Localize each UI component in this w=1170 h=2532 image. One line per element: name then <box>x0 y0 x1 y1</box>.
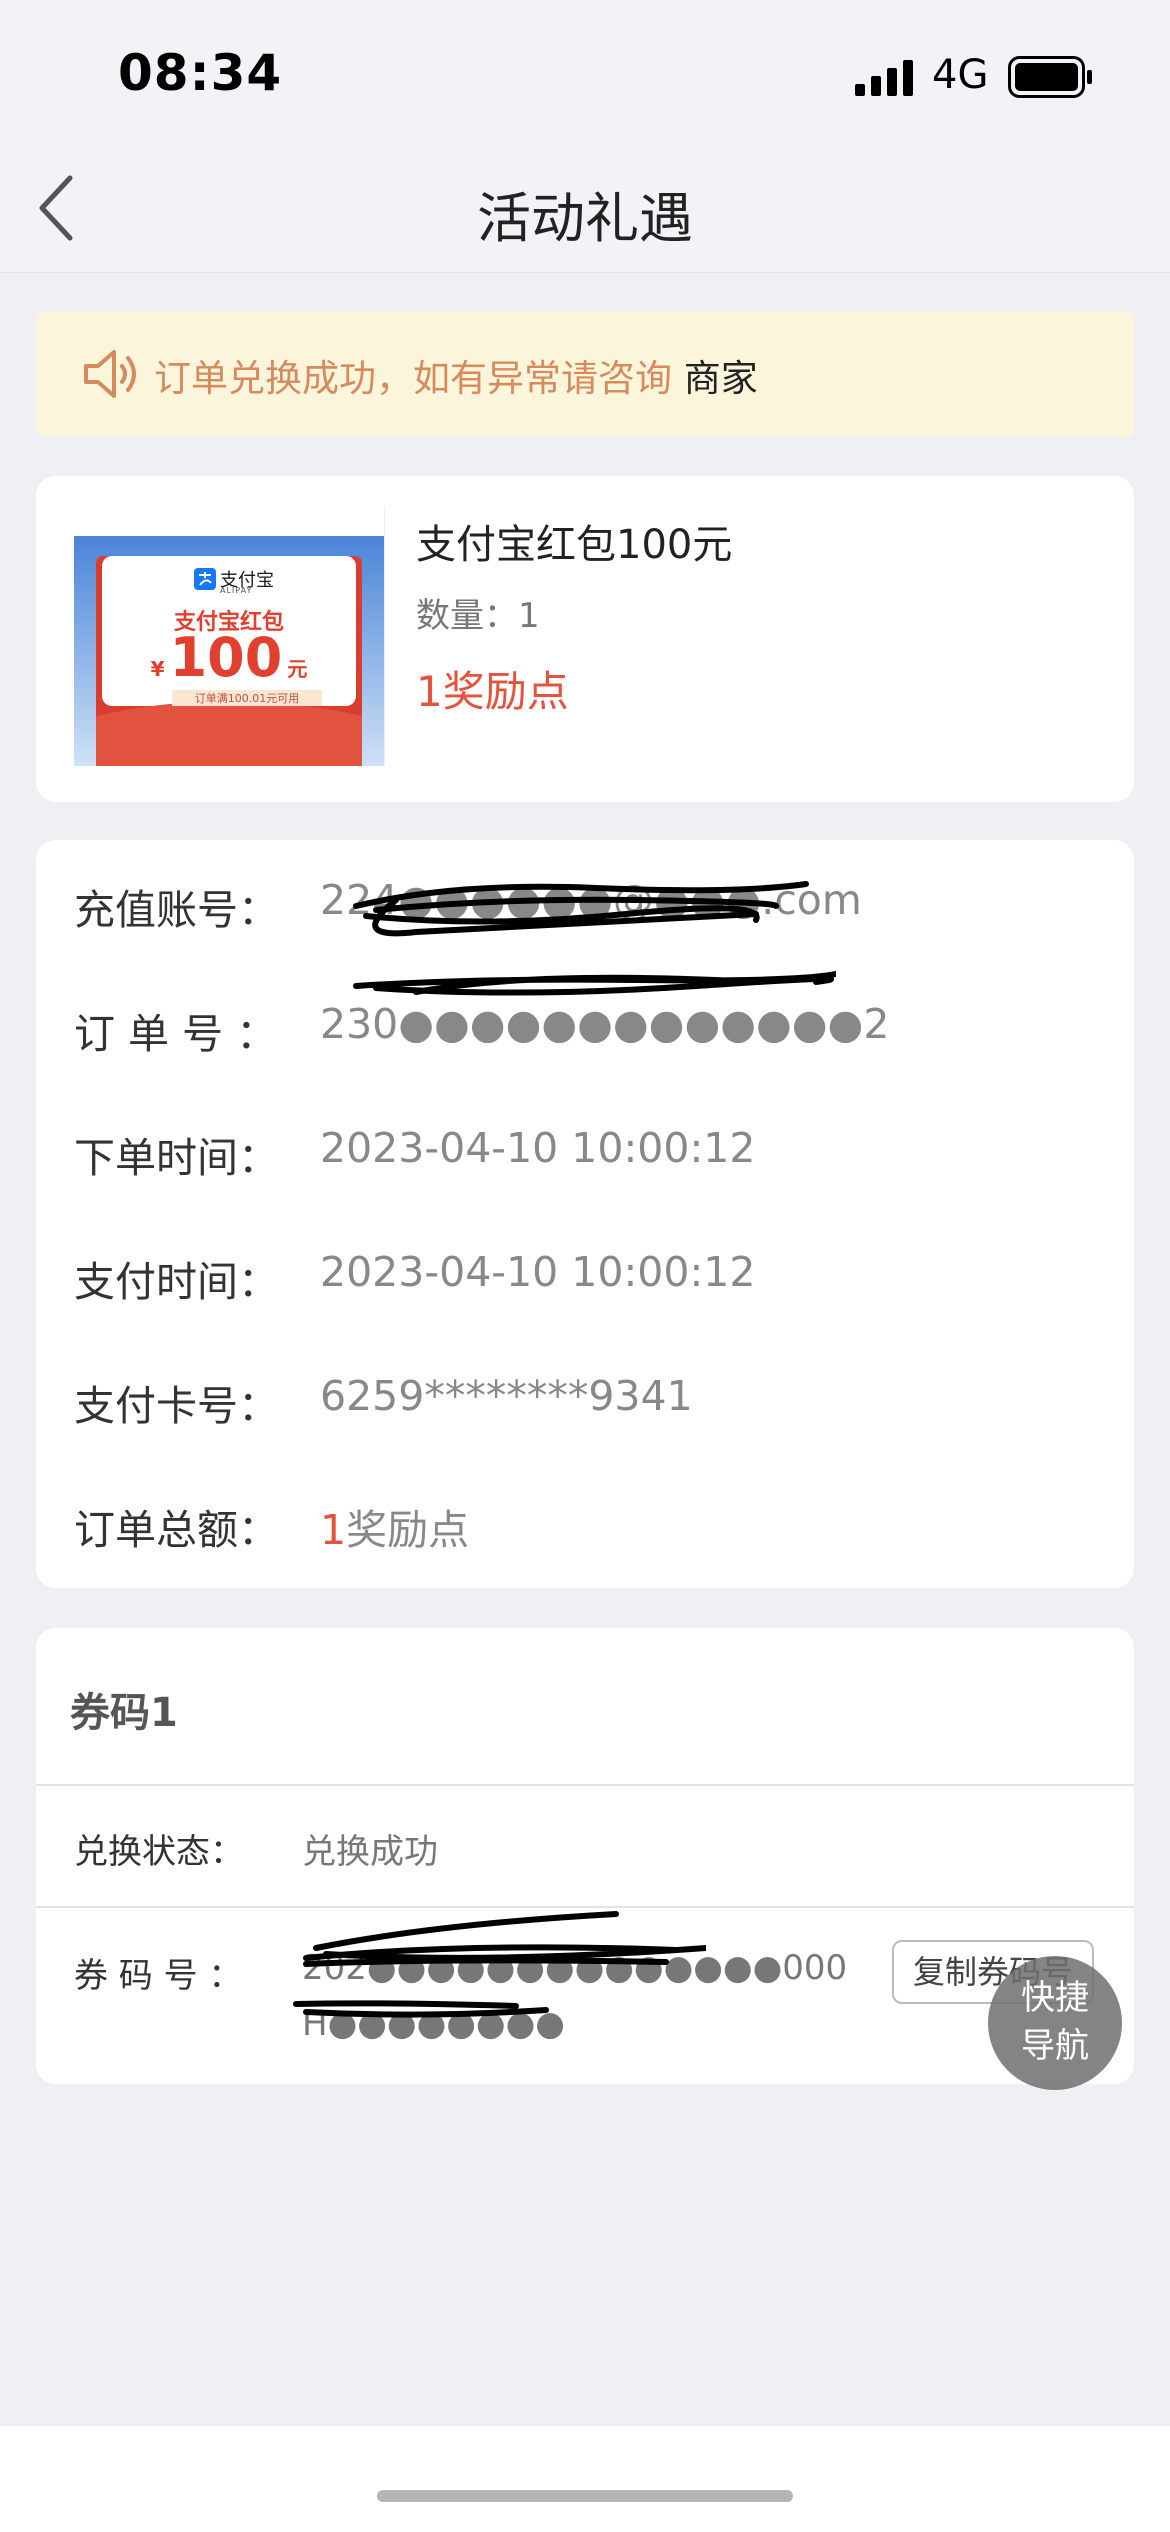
divider <box>36 1906 1134 1908</box>
page-title: 活动礼遇 <box>477 187 693 250</box>
network-type: 4G <box>932 52 989 98</box>
product-quantity: 数量：1 <box>416 596 540 636</box>
coupon-code-line2: H●●●●●●●● <box>302 2004 565 2044</box>
quick-navigation-button[interactable]: 快捷 导航 <box>988 1956 1122 2090</box>
divider <box>36 1784 1134 1786</box>
fab-line2: 导航 <box>1021 2026 1089 2066</box>
notice-text: 订单兑换成功，如有异常请咨询 商家 <box>154 348 758 402</box>
total-unit: 奖励点 <box>346 1506 470 1554</box>
coupon-title: 券码1 <box>70 1690 178 1736</box>
status-time: 08:34 <box>118 44 283 102</box>
detail-key: 支付卡号： <box>74 1382 279 1430</box>
detail-value: 6259********9341 <box>320 1372 693 1420</box>
image-unit: 元 <box>287 657 308 681</box>
notice-banner: 订单兑换成功，如有异常请咨询 商家 <box>36 312 1134 436</box>
detail-key: 支付时间： <box>74 1258 279 1306</box>
speaker-icon <box>84 350 136 398</box>
signal-icon <box>855 60 913 96</box>
coupon-status-key: 兑换状态： <box>74 1832 244 1872</box>
coupon-card: 券码1 兑换状态： 兑换成功 券 码 号 ： 202●●●●●●●●●●●●●●… <box>36 1628 1134 2084</box>
notice-message: 订单兑换成功，如有异常请咨询 <box>154 357 672 400</box>
coupon-status-value: 兑换成功 <box>302 1832 438 1872</box>
image-amount: 100 <box>169 626 283 689</box>
coupon-code-key: 券 码 号 ： <box>74 1956 243 1996</box>
detail-value: 2023-04-10 10:00:12 <box>320 1124 756 1172</box>
total-value: 1奖励点 <box>320 1496 469 1556</box>
detail-key: 下单时间： <box>74 1134 279 1182</box>
image-brand-sub: ALIPAY <box>220 586 253 595</box>
product-image: 支付宝 ALIPAY 支付宝红包 ¥ 100 元 订单满100.01元可用 <box>74 506 385 766</box>
image-condition: 订单满100.01元可用 <box>172 690 322 706</box>
detail-value: 2023-04-10 10:00:12 <box>320 1248 756 1296</box>
home-indicator[interactable] <box>377 2490 793 2502</box>
image-currency: ¥ <box>150 657 165 681</box>
status-bar: 08:34 4G <box>0 0 1170 150</box>
product-card[interactable]: 支付宝 ALIPAY 支付宝红包 ¥ 100 元 订单满100.01元可用 支付… <box>36 476 1134 802</box>
merchant-link[interactable]: 商家 <box>684 357 758 400</box>
order-details-card: 充值账号： 224●●●●●●@●●●.com 订 单 号 ： 230●●●●●… <box>36 840 1134 1588</box>
battery-icon <box>1008 56 1092 98</box>
image-amount-row: ¥ 100 元 <box>74 626 384 689</box>
product-name: 支付宝红包100元 <box>416 522 733 568</box>
detail-value: 224●●●●●●@●●●.com <box>320 876 862 924</box>
total-amount: 1 <box>320 1506 347 1554</box>
product-price: 1奖励点 <box>416 667 569 716</box>
alipay-logo-icon <box>194 568 216 590</box>
detail-key: 订单总额： <box>74 1506 279 1554</box>
coupon-code-line1: 202●●●●●●●●●●●●●●000 <box>302 1948 848 1988</box>
fab-line1: 快捷 <box>1021 1978 1089 2018</box>
detail-key: 充值账号： <box>74 886 279 934</box>
detail-value: 230●●●●●●●●●●●●●2 <box>320 1000 890 1048</box>
bottom-bar <box>0 2426 1170 2532</box>
detail-key: 订 单 号 ： <box>74 1010 278 1058</box>
navigation-bar: 活动礼遇 <box>0 150 1170 273</box>
